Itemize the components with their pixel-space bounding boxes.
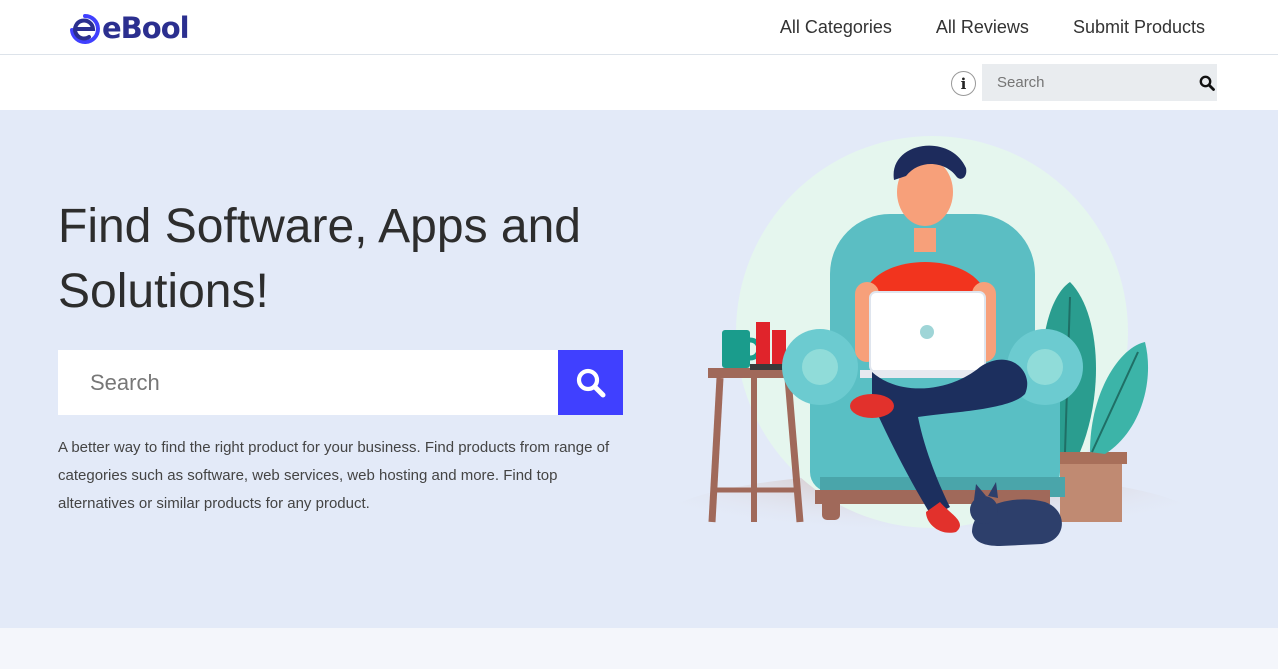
search-icon [576,368,605,397]
header-search-button[interactable] [1196,64,1217,101]
nav-all-categories[interactable]: All Categories [780,17,892,38]
header-search-input[interactable] [982,64,1196,101]
hero-search-input[interactable] [58,350,558,415]
nav-all-reviews[interactable]: All Reviews [936,17,1029,38]
info-icon[interactable]: i [951,71,976,96]
hero-search [58,350,623,415]
search-icon [1199,75,1215,91]
header-search [982,64,1217,101]
hero-title: Find Software, Apps and Solutions! [58,200,581,318]
logo-e-icon [70,14,100,44]
nav-submit-products[interactable]: Submit Products [1073,17,1205,38]
brand-name: eBool [102,11,190,45]
person-on-armchair-illustration [655,136,1205,572]
brand-logo[interactable]: eBool [64,8,190,48]
search-bar-row: i [0,55,1278,110]
hero-search-button[interactable] [558,350,623,415]
top-navbar: eBool All Categories All Reviews Submit … [0,0,1278,55]
main-nav: All Categories All Reviews Submit Produc… [780,0,1205,55]
hero-description: A better way to find the right product f… [58,439,610,512]
hero-section: Find Software, Apps and Solutions! A bet… [0,110,1278,628]
page-section-below [0,628,1278,669]
